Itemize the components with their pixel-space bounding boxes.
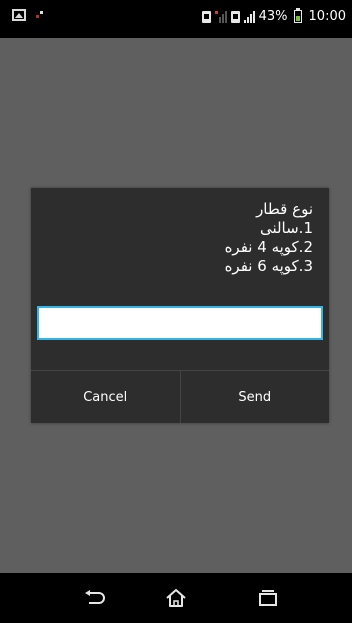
clock: 10:00	[308, 9, 346, 24]
cancel-button[interactable]: Cancel	[31, 371, 180, 423]
dialog-button-row: Cancel Send	[31, 370, 329, 423]
navigation-bar	[0, 573, 352, 623]
battery-icon	[293, 8, 302, 23]
sim-icon	[201, 10, 211, 23]
signal-icon	[243, 10, 255, 23]
signal-icon	[214, 10, 227, 23]
status-bar: 43% 10:00	[0, 0, 352, 38]
message-line: 2.کوپه 4 نفره	[224, 238, 313, 256]
dialog-message: نوع قطار 1.سالنی 2.کوپه 4 نفره 3.کوپه 6 …	[53, 200, 313, 276]
message-line: نوع قطار	[256, 200, 313, 218]
sim-icon	[230, 10, 240, 23]
battery-percent: 43%	[258, 9, 288, 24]
message-line: 1.سالنی	[259, 219, 313, 237]
message-line: 3.کوپه 6 نفره	[224, 257, 313, 275]
gallery-icon	[12, 9, 26, 21]
answer-input[interactable]	[37, 306, 323, 340]
back-icon[interactable]	[80, 586, 108, 610]
send-button[interactable]: Send	[179, 371, 330, 423]
recent-apps-icon[interactable]	[254, 586, 282, 610]
notification-icon	[36, 11, 44, 19]
input-dialog: نوع قطار 1.سالنی 2.کوپه 4 نفره 3.کوپه 6 …	[31, 188, 329, 423]
home-icon[interactable]	[162, 586, 190, 610]
